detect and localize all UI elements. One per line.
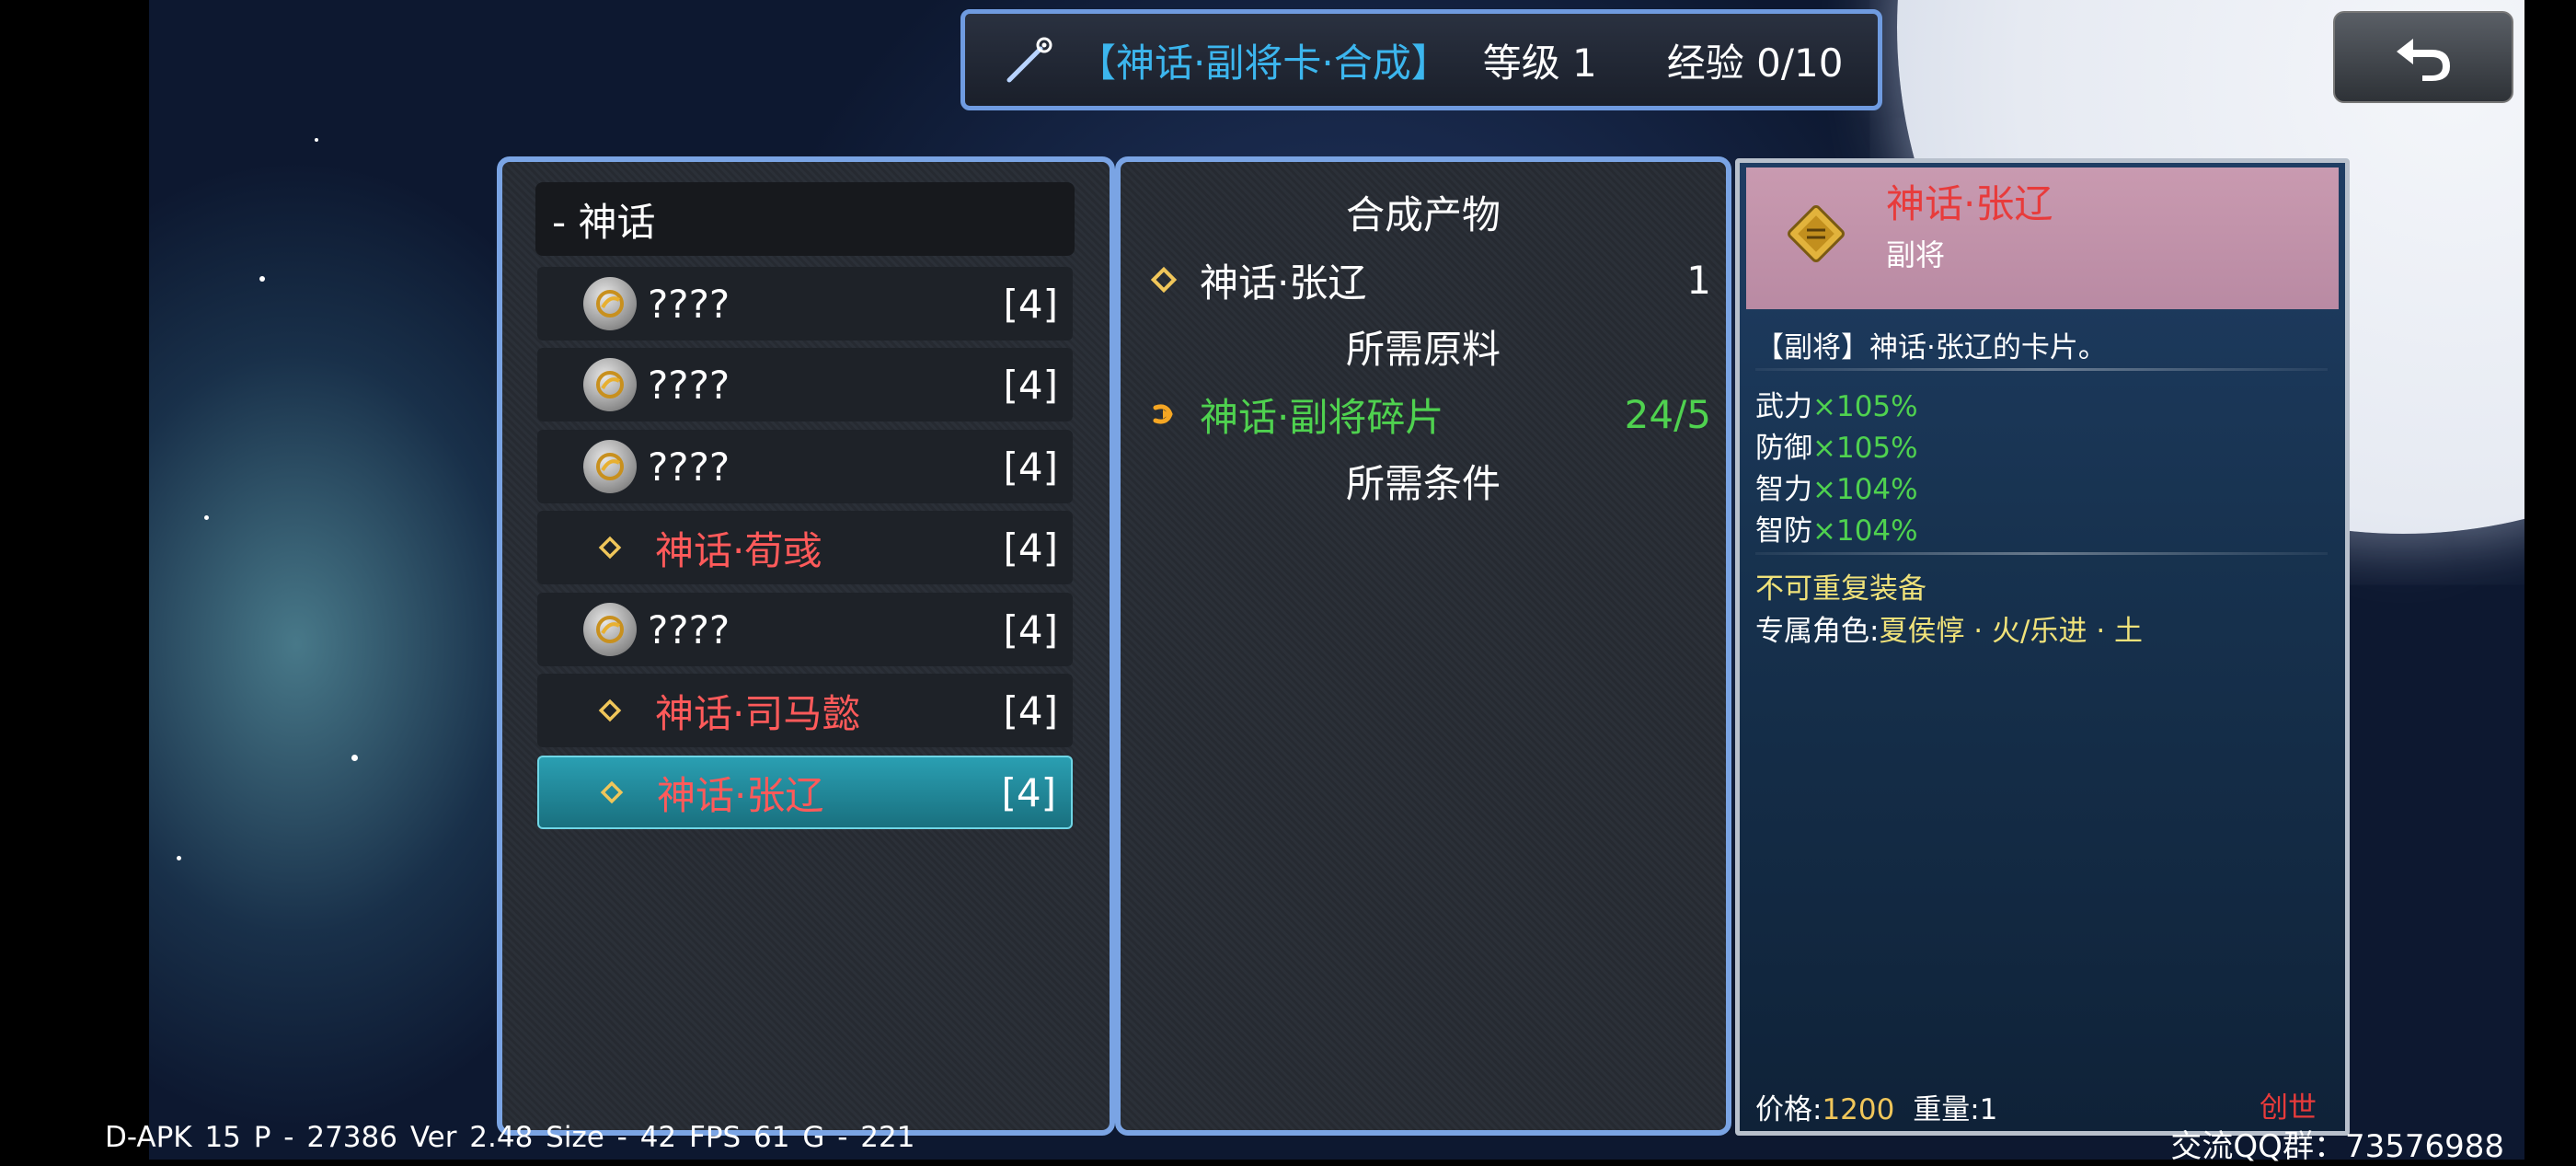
category-label: - 神话: [552, 199, 656, 245]
coin-icon: [583, 440, 637, 493]
recipe-name: ????: [648, 281, 730, 327]
coin-icon: [583, 277, 637, 330]
recipe-name: 神话·张辽: [657, 772, 824, 818]
stat-value: ×105%: [1812, 390, 1918, 423]
condition-heading: 所需条件: [1345, 461, 1501, 506]
star: [204, 515, 209, 520]
price-label: 价格:: [1755, 1093, 1823, 1126]
recipe-name: 神话·司马懿: [655, 690, 861, 736]
card-item-icon: [1788, 205, 1845, 262]
exclusive-role: 专属角色:夏侯惇 · 火/乐进 · 土: [1755, 607, 2143, 649]
product-heading: 合成产物: [1345, 192, 1501, 237]
restriction-text: 不可重复装备: [1755, 572, 1926, 606]
material-name: 神话·副将碎片: [1200, 394, 1444, 440]
recipe-count: [4]: [1003, 362, 1059, 408]
recipe-count: [4]: [1003, 606, 1059, 652]
stat-value: ×104%: [1812, 514, 1918, 548]
material-row[interactable]: 神话·副将碎片 24/5: [1150, 387, 1711, 442]
price-weight: 价格:1200 重量:1: [1755, 1086, 1997, 1127]
back-button[interactable]: [2333, 11, 2513, 103]
recipe-count: [4]: [1003, 687, 1059, 733]
recipe-name: ????: [648, 362, 730, 408]
coin-icon: [583, 603, 637, 656]
weight-value: 1: [1979, 1093, 1998, 1126]
return-arrow-icon: [2397, 39, 2450, 81]
category-header-mythic[interactable]: - 神话: [535, 182, 1075, 256]
stat-value: ×105%: [1812, 432, 1918, 465]
recipe-list-item[interactable]: ???? [4]: [537, 593, 1073, 666]
star: [259, 276, 265, 282]
magic-wand-icon: [1006, 37, 1052, 83]
diamond-icon: [600, 780, 624, 804]
stat-row: 智力×104%: [1755, 466, 1918, 507]
title-bar: 【神话·副将卡·合成】 等级 1 经验 0/10: [960, 9, 1882, 110]
diamond-icon: [598, 536, 622, 560]
coin-icon: [583, 358, 637, 411]
divider: [1755, 368, 2328, 371]
recipe-name: ????: [648, 606, 730, 652]
exclusive-label: 专属角色:: [1755, 615, 1880, 648]
exclusive-value: 夏侯惇 · 火/乐进 · 土: [1879, 615, 2144, 648]
recipe-list-item[interactable]: ???? [4]: [537, 267, 1073, 341]
recipe-list-item[interactable]: ???? [4]: [537, 348, 1073, 421]
recipe-list-item[interactable]: 神话·荀彧 [4]: [537, 511, 1073, 584]
stat-row: 防御×105%: [1755, 424, 1918, 466]
item-name: 神话·张辽: [1886, 181, 2053, 226]
recipe-name: ????: [648, 444, 730, 490]
stat-label: 防御: [1755, 432, 1812, 465]
recipe-list-item[interactable]: ???? [4]: [537, 430, 1073, 503]
stat-row: 武力×105%: [1755, 383, 1918, 424]
exp-label: 经验 0/10: [1666, 40, 1844, 86]
stat-label: 武力: [1755, 390, 1812, 423]
weight-label: 重量:: [1913, 1093, 1980, 1126]
star: [177, 856, 181, 860]
recipe-list-item[interactable]: 神话·张辽 [4]: [537, 756, 1073, 829]
diamond-icon: [598, 698, 622, 722]
recipe-name: 神话·荀彧: [655, 527, 822, 573]
product-name: 神话·张辽: [1200, 260, 1367, 306]
recipe-count: [4]: [1001, 769, 1057, 815]
material-heading: 所需原料: [1345, 327, 1501, 372]
level-label: 等级 1: [1482, 40, 1597, 86]
recipe-count: [4]: [1003, 281, 1059, 327]
product-row[interactable]: 神话·张辽 1: [1150, 252, 1711, 307]
product-quantity: 1: [1686, 257, 1711, 303]
star: [315, 138, 318, 142]
divider: [1755, 552, 2328, 555]
stat-value: ×104%: [1812, 473, 1918, 506]
source-label: 创世: [2260, 1091, 2317, 1125]
recipe-count: [4]: [1003, 444, 1059, 490]
item-type: 副将: [1886, 237, 1946, 272]
orange-arrow-icon: [1153, 404, 1173, 424]
stat-label: 智防: [1755, 514, 1812, 548]
recipe-list-item[interactable]: 神话·司马懿 [4]: [537, 674, 1073, 747]
stat-label: 智力: [1755, 473, 1812, 506]
debug-info: D-APK 15 P - 27386 Ver 2.48 Size - 42 FP…: [105, 1121, 915, 1154]
material-quantity: 24/5: [1624, 391, 1711, 437]
item-description: 【副将】神话·张辽的卡片。: [1755, 331, 2107, 364]
stat-row: 智防×104%: [1755, 507, 1918, 548]
price-value: 1200: [1822, 1093, 1895, 1126]
diamond-icon: [1150, 266, 1178, 294]
star: [351, 755, 358, 761]
recipe-title: 【神话·副将卡·合成】: [1077, 40, 1450, 86]
recipe-count: [4]: [1003, 525, 1059, 571]
